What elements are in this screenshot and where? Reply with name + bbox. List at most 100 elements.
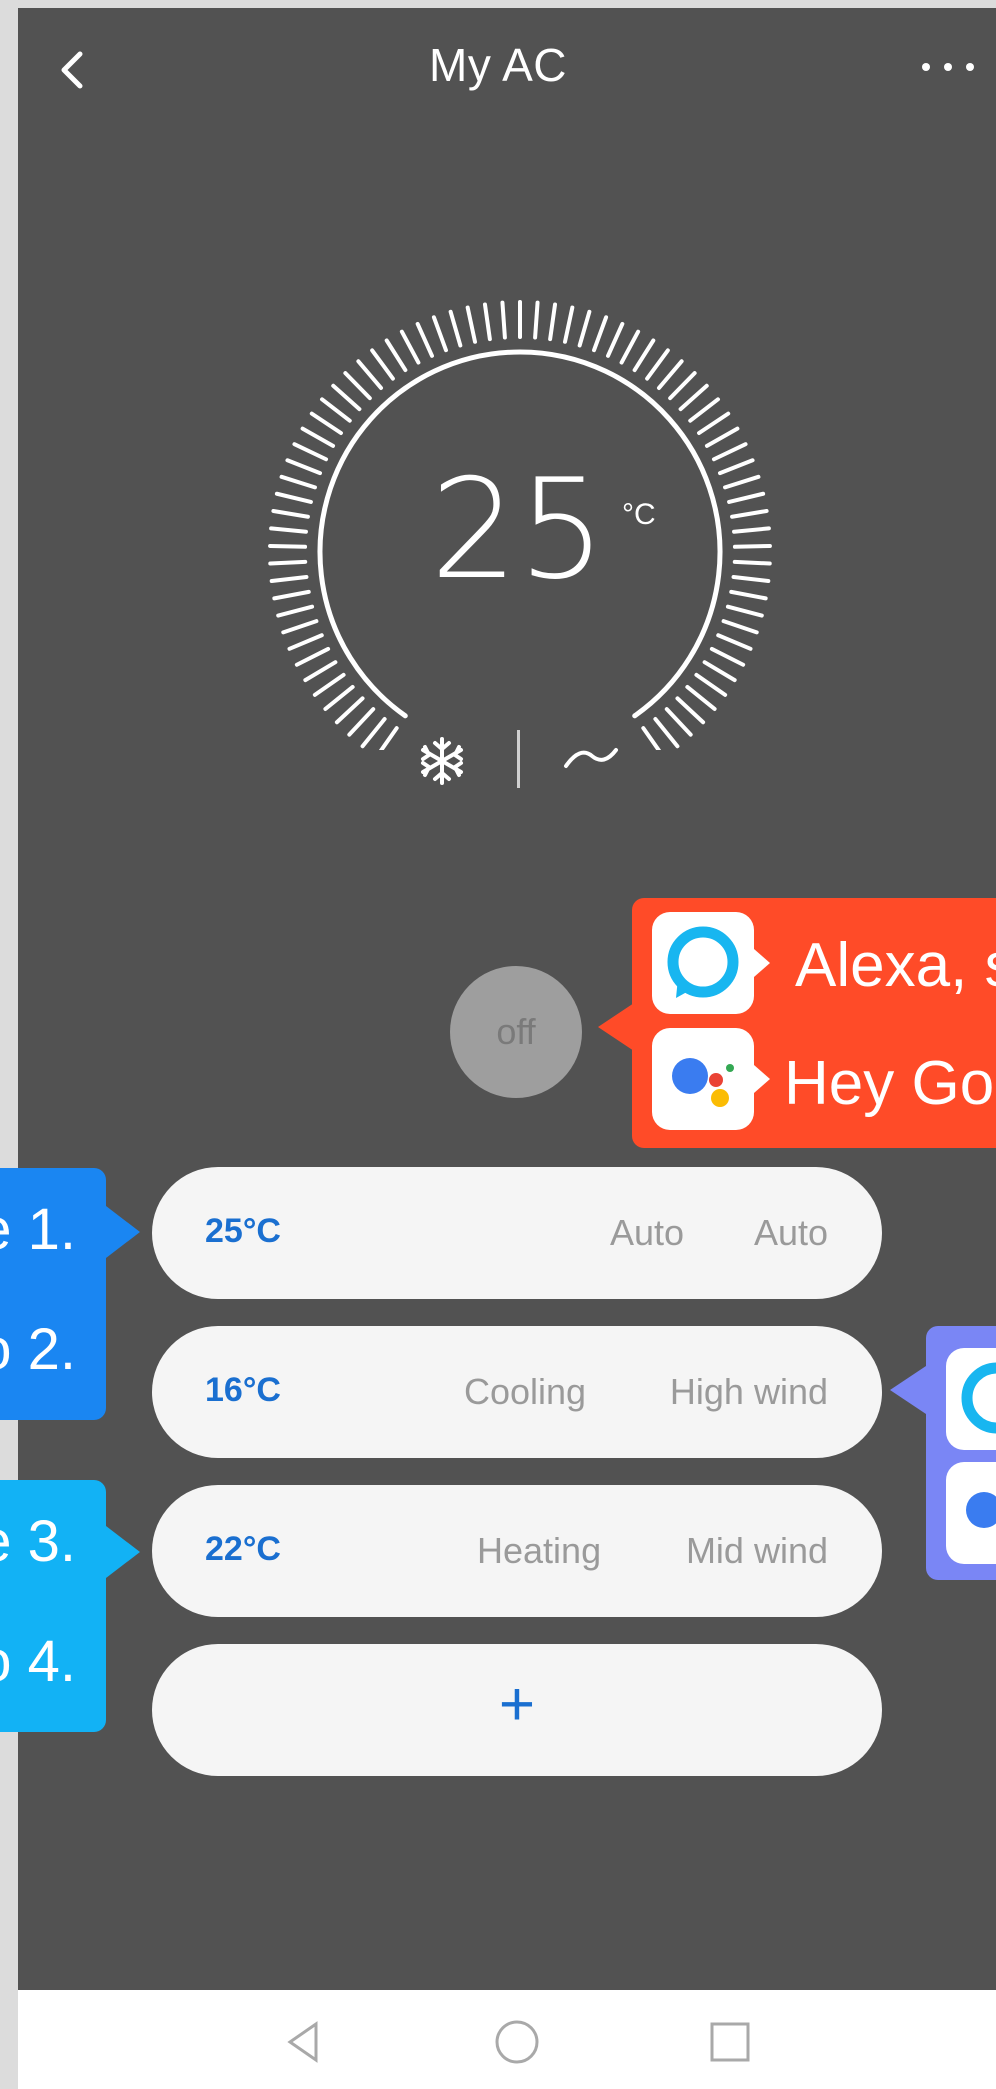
plus-icon: + bbox=[498, 1670, 536, 1739]
preset-temperature: 16°C bbox=[205, 1371, 281, 1409]
voice-assistant-callout: Alexa, s Hey Go bbox=[632, 898, 996, 1148]
dial-tick bbox=[399, 329, 421, 365]
dial-tick bbox=[732, 543, 772, 549]
dial-tick bbox=[303, 660, 338, 683]
dial-tick bbox=[343, 371, 372, 401]
dial-tick bbox=[274, 491, 313, 504]
current-temperature: 25 bbox=[430, 449, 606, 610]
dial-tick bbox=[482, 302, 492, 342]
scene-callout-a: e 1. o 2. bbox=[0, 1168, 106, 1420]
preset-wind: High wind bbox=[669, 1371, 828, 1412]
google-tile-pointer bbox=[754, 1065, 770, 1093]
dial-tick bbox=[331, 383, 362, 412]
dial-tick bbox=[645, 348, 670, 381]
dial-tick bbox=[694, 672, 728, 697]
dial-tick bbox=[653, 717, 680, 749]
mode-divider bbox=[517, 730, 520, 788]
dial-tick bbox=[292, 442, 329, 462]
dial-tick bbox=[688, 397, 720, 423]
voice-callout-pointer bbox=[598, 1003, 634, 1051]
dial-tick bbox=[294, 646, 331, 667]
dial-tick bbox=[300, 426, 336, 448]
alexa-command-text: Alexa, s bbox=[795, 931, 996, 1000]
snowflake-icon[interactable] bbox=[416, 735, 468, 787]
dial-tick bbox=[279, 474, 317, 490]
scene-callout-text: o 2. bbox=[0, 1317, 76, 1382]
dial-tick bbox=[730, 508, 769, 519]
dial-tick bbox=[384, 338, 408, 373]
dial-tick bbox=[697, 411, 731, 435]
dial-tick bbox=[448, 309, 463, 348]
scene-callout-b-pointer bbox=[106, 1526, 140, 1578]
alexa-app-icon bbox=[946, 1348, 996, 1450]
dial-tick bbox=[356, 359, 384, 390]
google-assistant-app-icon bbox=[652, 1028, 754, 1130]
scene-callout-text: e 1. bbox=[0, 1197, 76, 1262]
dial-tick bbox=[664, 707, 693, 737]
voice-callout-secondary bbox=[926, 1326, 996, 1580]
fan-wave-icon[interactable] bbox=[562, 742, 620, 772]
dial-tick bbox=[606, 321, 625, 358]
dial-tick bbox=[685, 684, 717, 711]
dial-tick bbox=[675, 696, 706, 725]
dial-tick bbox=[271, 508, 310, 519]
dial-tick bbox=[668, 371, 697, 401]
nav-recent-apps-icon[interactable] bbox=[706, 2018, 754, 2066]
preset-wind: Auto bbox=[753, 1212, 828, 1253]
dial-tick bbox=[378, 726, 399, 750]
scene-callout-text: o 4. bbox=[0, 1629, 76, 1694]
dial-tick bbox=[716, 633, 753, 651]
dial-tick bbox=[641, 726, 662, 750]
temperature-unit: °C bbox=[622, 498, 656, 531]
preset-row-3[interactable]: 22°C Heating Mid wind bbox=[152, 1485, 882, 1617]
dial-tick bbox=[723, 474, 761, 490]
dial-tick bbox=[678, 383, 709, 412]
dial-tick bbox=[323, 684, 355, 711]
dial-tick bbox=[281, 619, 319, 635]
dial-tick bbox=[632, 338, 656, 373]
preset-temperature: 22°C bbox=[205, 1530, 281, 1568]
preset-row-1[interactable]: 25°C Auto Auto bbox=[152, 1167, 882, 1299]
preset-wind: Mid wind bbox=[685, 1530, 828, 1571]
dial-tick bbox=[563, 305, 575, 344]
dial-tick bbox=[347, 707, 376, 737]
scene-callout-b: e 3. o 4. bbox=[0, 1480, 106, 1732]
dial-tick bbox=[577, 309, 592, 348]
nav-home-icon[interactable] bbox=[493, 2018, 541, 2066]
preset-row-2[interactable]: 16°C Cooling High wind bbox=[152, 1326, 882, 1458]
google-assistant-app-icon bbox=[946, 1462, 996, 1564]
dial-tick bbox=[272, 589, 311, 601]
dial-tick bbox=[718, 458, 755, 476]
more-dots-icon[interactable] bbox=[918, 52, 978, 82]
preset-mode: Heating bbox=[477, 1530, 602, 1571]
dial-tick bbox=[285, 458, 322, 476]
preset-temperature: 25°C bbox=[205, 1212, 281, 1250]
dial-tick bbox=[334, 696, 365, 725]
dial-tick bbox=[619, 329, 641, 365]
dial-tick bbox=[370, 348, 395, 381]
dial-tick bbox=[465, 305, 477, 344]
dial-tick bbox=[731, 574, 771, 584]
preset-mode: Cooling bbox=[464, 1371, 587, 1412]
nav-back-icon[interactable] bbox=[280, 2018, 328, 2066]
dial-tick bbox=[709, 646, 746, 667]
dial-tick bbox=[360, 717, 387, 749]
scene-callout-a-pointer bbox=[106, 1206, 140, 1258]
dial-tick bbox=[729, 589, 768, 601]
add-preset-button[interactable]: + bbox=[152, 1644, 882, 1776]
dial-tick bbox=[500, 300, 507, 340]
dial-tick bbox=[268, 543, 308, 549]
dial-tick bbox=[656, 359, 684, 390]
page-title: My AC bbox=[429, 39, 567, 91]
dial-tick bbox=[533, 300, 540, 340]
dial-tick bbox=[711, 442, 748, 462]
dial-tick bbox=[320, 397, 352, 423]
power-button[interactable]: off bbox=[450, 966, 582, 1098]
dial-tick bbox=[312, 672, 346, 697]
dial-tick bbox=[721, 619, 759, 635]
dial-tick bbox=[287, 633, 324, 651]
dial-tick bbox=[269, 526, 308, 534]
dial-tick bbox=[415, 321, 434, 358]
google-command-text: Hey Go bbox=[784, 1049, 995, 1118]
purple-callout-pointer bbox=[890, 1366, 926, 1414]
